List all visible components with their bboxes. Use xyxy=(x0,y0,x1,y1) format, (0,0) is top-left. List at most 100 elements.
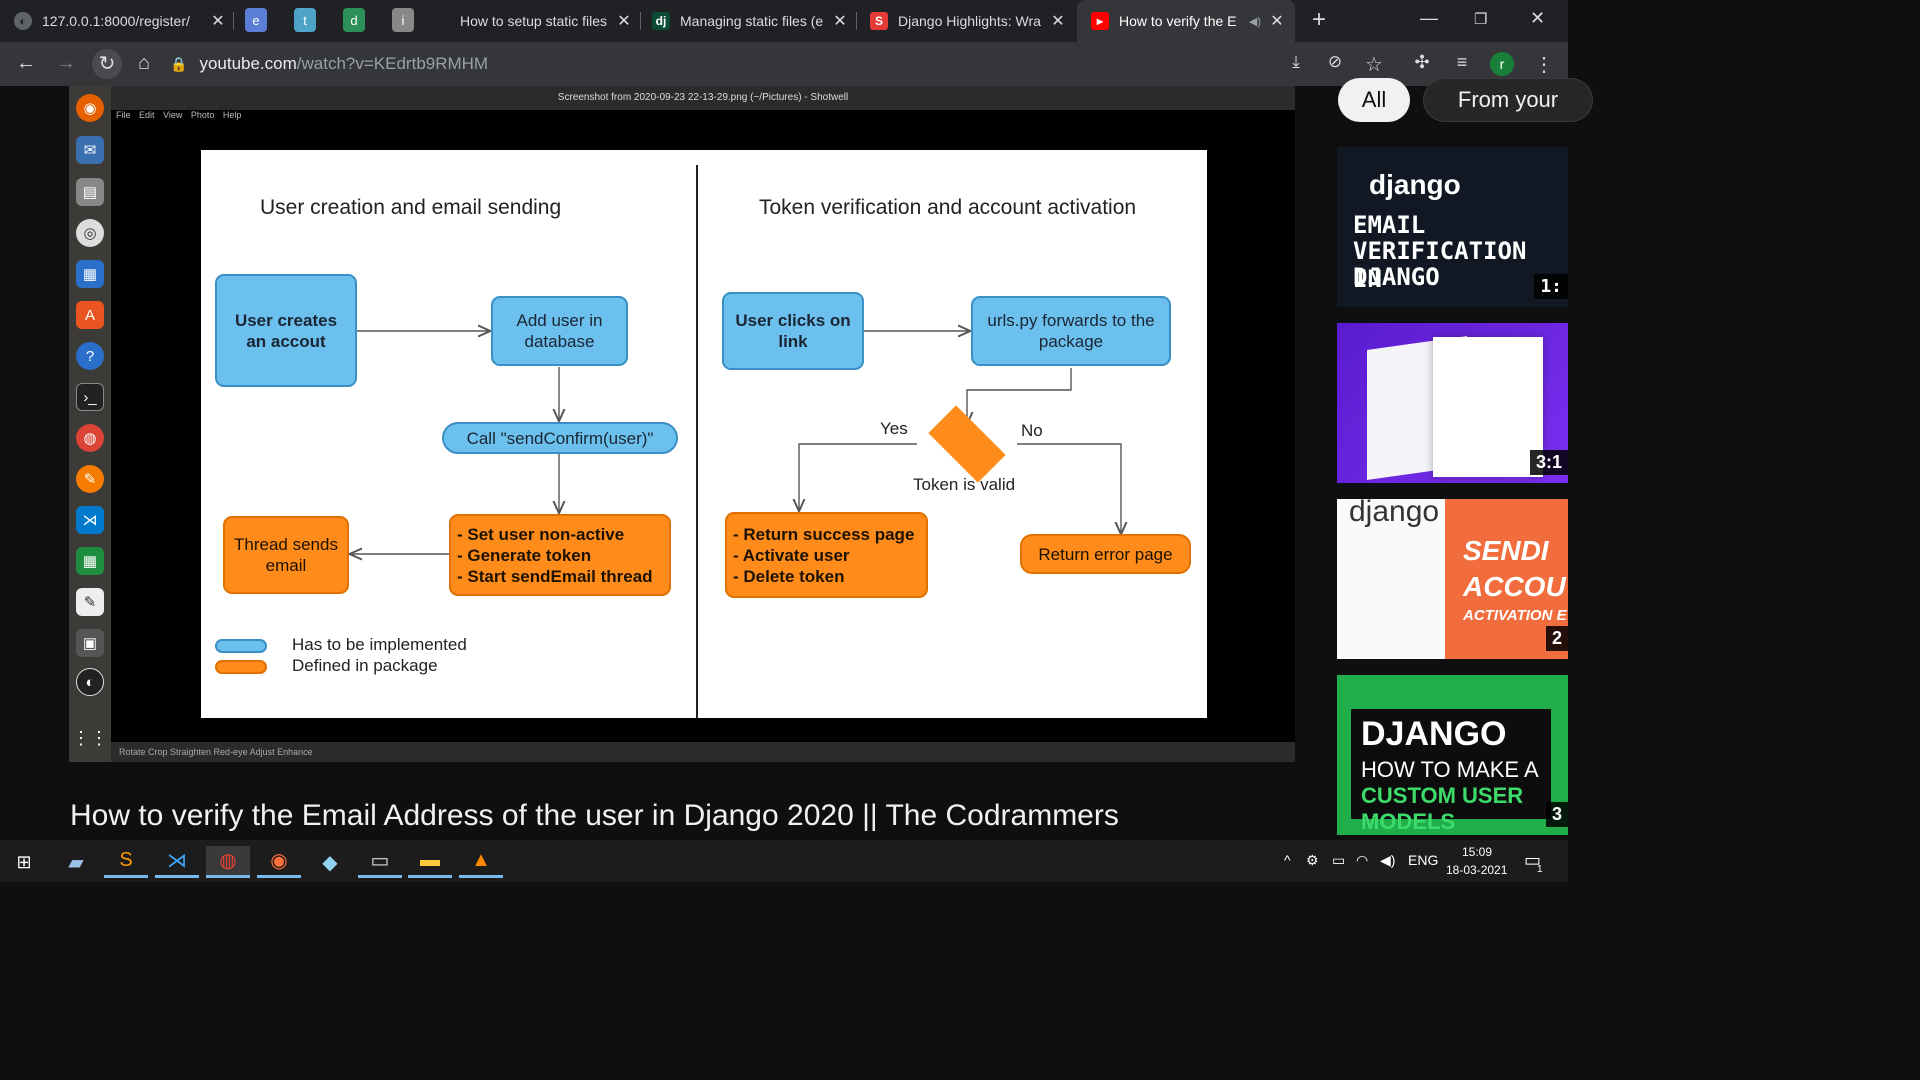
legend-orange-label: Defined in package xyxy=(292,656,438,675)
tracking-blocked-icon[interactable]: ⊘ xyxy=(1323,52,1347,72)
flow-arrows xyxy=(201,150,1207,718)
app-icon[interactable]: ◆ xyxy=(308,846,352,878)
address-bar[interactable]: 🔒 youtube.com/watch?v=KEdrtb9RMHM xyxy=(170,47,1270,81)
extensions-icon[interactable]: ✣ xyxy=(1410,52,1434,73)
thumb-text: EMAIL xyxy=(1353,211,1426,239)
tab-title: Managing static files (e xyxy=(680,13,824,29)
node-return-error: Return error page xyxy=(1020,534,1191,574)
globe-icon: ◐ xyxy=(14,12,32,30)
tab-static-files[interactable]: How to setup static files ✕ xyxy=(460,0,632,42)
node-user-clicks: User clicks on link xyxy=(722,292,864,370)
reload-icon[interactable]: ↻ xyxy=(92,49,122,79)
minimize-icon[interactable]: — xyxy=(1420,8,1438,29)
new-tab-button[interactable]: + xyxy=(1312,6,1326,34)
shotwell-menubar: File Edit View Photo Help xyxy=(116,110,242,120)
label-token-valid: Token is valid xyxy=(913,475,1016,494)
restore-icon[interactable]: ❐ xyxy=(1474,10,1487,28)
wifi-icon[interactable]: ◠ xyxy=(1356,852,1368,869)
software-icon: A xyxy=(76,301,104,329)
volume-icon[interactable]: ◀) xyxy=(1380,852,1395,869)
shotwell-toolbar: Rotate Crop Straighten Red-eye Adjust En… xyxy=(111,742,1295,762)
pinned-tab-d[interactable]: d xyxy=(343,8,365,32)
legend-blue-label: Has to be implemented xyxy=(292,635,467,654)
close-window-icon[interactable]: ✕ xyxy=(1530,8,1545,29)
close-tab-icon[interactable]: ✕ xyxy=(832,11,848,31)
tab-managing-static[interactable]: dj Managing static files (e ✕ xyxy=(652,0,848,42)
url-path: /watch?v=KEdrtb9RMHM xyxy=(296,54,489,73)
tab-register[interactable]: ◐ 127.0.0.1:8000/register/ ✕ xyxy=(14,0,226,42)
sublime-icon[interactable]: S xyxy=(104,846,148,878)
bookmark-star-icon[interactable]: ☆ xyxy=(1362,52,1386,77)
chip-from-your[interactable]: From your xyxy=(1423,78,1593,122)
vlc-icon[interactable]: ▲ xyxy=(459,846,503,878)
terminal-icon[interactable]: ▭ xyxy=(358,846,402,878)
tab-title: Django Highlights: Wra xyxy=(898,13,1041,29)
video-player[interactable]: ◉ ✉ ▤ ◎ ▦ A ? ›_ ◍ ✎ ⋊ ▦ ✎ ▣ ◐ ⋮⋮ Screen… xyxy=(69,86,1295,762)
pinned-tab-label: d xyxy=(343,8,365,32)
windows-start-icon[interactable]: ⊞ xyxy=(2,846,46,878)
windows-taskbar: ⊞ ▰ S ⋊ ◍ ◉ ◆ ▭ ▬ ▲ ^ ⚙ ▭ ◠ ◀) ENG 15:09… xyxy=(0,840,1568,882)
browser-toolbar: ← → ↻ ⌂ 🔒 youtube.com/watch?v=KEdrtb9RMH… xyxy=(0,42,1568,86)
media-control-icon[interactable]: ≡ xyxy=(1450,52,1474,73)
file-explorer-icon[interactable]: ▬ xyxy=(408,846,452,878)
app-icon[interactable]: ▰ xyxy=(54,846,98,878)
forward-arrow-icon[interactable]: → xyxy=(54,52,78,75)
tab-django-highlights[interactable]: S Django Highlights: Wra ✕ xyxy=(870,0,1066,42)
thumb-text: ACTIVATION E xyxy=(1463,607,1567,624)
profile-avatar[interactable]: r xyxy=(1490,52,1514,76)
clock-date[interactable]: 18-03-2021 xyxy=(1446,863,1507,877)
thumbnail-portfolio[interactable]: 3:1 xyxy=(1337,323,1568,483)
node-return-success: - Return success page - Activate user - … xyxy=(725,512,928,598)
tab-separator xyxy=(856,12,857,30)
close-tab-icon[interactable]: ✕ xyxy=(616,11,632,31)
pinned-tab-i[interactable]: i xyxy=(392,8,414,32)
node-add-user: Add user in database xyxy=(491,296,628,366)
lock-icon: 🔒 xyxy=(170,55,188,72)
pinned-tab-label: i xyxy=(392,8,414,32)
smashing-icon: S xyxy=(870,12,888,30)
thumbnail-email-verification[interactable]: django EMAIL VERIFICATION IN DJANGO 1: xyxy=(1337,147,1568,307)
close-tab-icon[interactable]: ✕ xyxy=(1050,11,1066,31)
pinned-tab-e[interactable]: e xyxy=(245,8,267,32)
help-icon: ? xyxy=(76,342,104,370)
tab-separator xyxy=(640,12,641,30)
thumbnail-custom-user-models[interactable]: DJANGO HOW TO MAKE A CUSTOM USER MODELS … xyxy=(1337,675,1568,835)
clock-time[interactable]: 15:09 xyxy=(1462,845,1492,859)
writer-icon: ▦ xyxy=(76,260,104,288)
vscode-icon[interactable]: ⋊ xyxy=(155,846,199,878)
calc-icon: ▦ xyxy=(76,547,104,575)
url-host: youtube.com xyxy=(199,54,297,73)
thumb-text: django xyxy=(1369,169,1461,200)
menu-kebab-icon[interactable]: ⋮ xyxy=(1532,52,1556,77)
install-icon[interactable]: ⤓ xyxy=(1284,52,1308,72)
tray-app-icon[interactable]: ⚙ xyxy=(1306,852,1319,869)
rhythmbox-icon: ◎ xyxy=(76,219,104,247)
pinned-tab-t[interactable]: t xyxy=(294,8,316,32)
back-arrow-icon[interactable]: ← xyxy=(14,52,38,75)
thunderbird-icon: ✉ xyxy=(76,136,104,164)
chip-all[interactable]: All xyxy=(1338,78,1410,122)
language-indicator[interactable]: ENG xyxy=(1408,852,1438,868)
tab-active-youtube[interactable]: ▶ How to verify the E ◀) ✕ xyxy=(1077,0,1295,42)
close-tab-icon[interactable]: ✕ xyxy=(1269,11,1285,31)
battery-icon[interactable]: ▭ xyxy=(1332,852,1345,869)
home-icon[interactable]: ⌂ xyxy=(132,52,156,75)
thumbnail-sending-activation[interactable]: django SENDI ACCOU ACTIVATION E 2 xyxy=(1337,499,1568,659)
thumb-text: DJANGO xyxy=(1353,263,1440,291)
youtube-icon: ▶ xyxy=(1091,12,1109,30)
thumb-mockup xyxy=(1433,337,1543,477)
tab-strip: ◐ 127.0.0.1:8000/register/ ✕ e t d i How… xyxy=(0,0,1568,42)
tab-title: How to verify the E xyxy=(1119,13,1237,29)
firefox-icon[interactable]: ◉ xyxy=(257,846,301,878)
pinned-tab-label: e xyxy=(245,8,267,32)
speaker-muted-icon[interactable]: ◀) xyxy=(1249,15,1261,28)
video-title: How to verify the Email Address of the u… xyxy=(70,799,1119,832)
thumb-text: DJANGO xyxy=(1361,715,1507,753)
chrome-icon: ◍ xyxy=(76,424,104,452)
thumb-text: SENDI xyxy=(1463,535,1549,566)
tray-chevron-icon[interactable]: ^ xyxy=(1284,852,1291,868)
close-tab-icon[interactable]: ✕ xyxy=(210,11,226,31)
text-editor-icon: ✎ xyxy=(76,588,104,616)
chrome-icon[interactable]: ◍ xyxy=(206,846,250,878)
flowchart-diagram: User creation and email sending Token ve… xyxy=(201,150,1207,718)
